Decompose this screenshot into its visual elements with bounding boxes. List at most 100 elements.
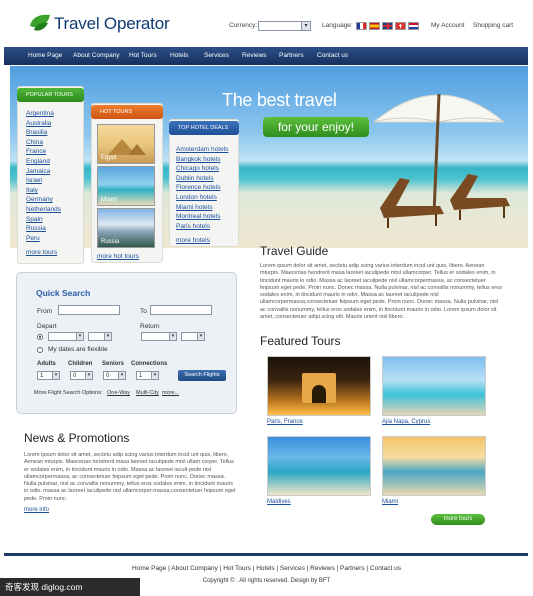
hotel-link[interactable]: London hotels bbox=[176, 194, 217, 201]
tour-link[interactable]: Russia bbox=[26, 225, 46, 232]
tour-link[interactable]: Israel bbox=[26, 177, 42, 184]
hot-tour-label: Miami bbox=[101, 197, 117, 203]
tour-maldives-image[interactable] bbox=[267, 436, 371, 496]
tour-link[interactable]: Italy bbox=[26, 187, 38, 194]
tour-link[interactable]: Australia bbox=[26, 120, 51, 127]
depart-date-select[interactable]: ▾ bbox=[48, 332, 84, 341]
return-date-select[interactable]: ▾ bbox=[141, 332, 177, 341]
chevron-down-icon: ▾ bbox=[301, 22, 310, 30]
seniors-value: 0 bbox=[106, 373, 110, 379]
fixed-dates-radio[interactable] bbox=[37, 334, 43, 340]
nav-reviews[interactable]: Reviews bbox=[242, 47, 267, 65]
tour-cyprus-image[interactable] bbox=[382, 356, 486, 416]
nav-partners[interactable]: Partners bbox=[279, 47, 304, 65]
seniors-label: Seniors bbox=[102, 361, 125, 367]
one-way-link[interactable]: One-Way bbox=[107, 390, 130, 396]
multi-city-link[interactable]: Multi-City bbox=[136, 390, 159, 396]
tour-link[interactable]: Germany bbox=[26, 196, 53, 203]
currency-label: Currency: bbox=[229, 22, 258, 29]
hotel-link[interactable]: Montreal hotels bbox=[176, 213, 220, 220]
tour-link[interactable]: Netherlands bbox=[26, 206, 61, 213]
hotel-link[interactable]: Amsterdam hotels bbox=[176, 146, 228, 153]
tour-link[interactable]: Peru bbox=[26, 235, 40, 242]
connections-value: 1 bbox=[139, 373, 143, 379]
more-hot-tours-link[interactable]: more hot tours bbox=[97, 253, 139, 260]
from-input[interactable] bbox=[58, 305, 120, 315]
tour-link[interactable]: China bbox=[26, 139, 43, 146]
to-label: To bbox=[140, 308, 147, 315]
hotel-link[interactable]: Miami hotels bbox=[176, 204, 212, 211]
chevron-down-icon: ▾ bbox=[118, 372, 125, 379]
hotel-link[interactable]: Florence hotels bbox=[176, 184, 220, 191]
depart-time-select[interactable]: ▾ bbox=[88, 332, 112, 341]
search-flights-button[interactable]: Search Flights bbox=[178, 370, 226, 381]
return-label: Return bbox=[140, 323, 160, 330]
chevron-down-icon: ▾ bbox=[76, 333, 83, 340]
more-hotels-link[interactable]: more hotels bbox=[176, 237, 210, 244]
chevron-down-icon: ▾ bbox=[169, 333, 176, 340]
flag-uk-icon[interactable] bbox=[382, 22, 393, 30]
hotel-link[interactable]: Chicago hotels bbox=[176, 165, 219, 172]
to-input[interactable] bbox=[150, 305, 212, 315]
flag-france-icon[interactable] bbox=[356, 22, 367, 30]
tour-link[interactable]: France bbox=[26, 148, 46, 155]
hero-title: The best travel bbox=[222, 90, 337, 110]
tour-link[interactable]: England bbox=[26, 158, 50, 165]
tour-link[interactable]: Spain bbox=[26, 216, 43, 223]
watermark: 奇客发现 diglog.com bbox=[0, 578, 140, 596]
news-text: Lorem ipsum dolor sit amet, sectetu adip… bbox=[24, 452, 236, 502]
tour-miami-image[interactable] bbox=[382, 436, 486, 496]
more-options-link[interactable]: more... bbox=[162, 390, 179, 396]
chevron-down-icon: ▾ bbox=[104, 333, 111, 340]
nav-contact[interactable]: Contact us bbox=[317, 47, 348, 65]
hotel-link[interactable]: Paris hotels bbox=[176, 223, 210, 230]
flag-spain-icon[interactable] bbox=[369, 22, 380, 30]
flexible-dates-label: My dates are flexible bbox=[48, 346, 108, 353]
currency-select[interactable]: ▾ bbox=[258, 21, 311, 31]
more-tours-button[interactable]: more tours bbox=[431, 514, 485, 525]
travel-guide-text: Lorem ipsum dolor sit amet, sectetu adip… bbox=[260, 263, 503, 321]
tour-label[interactable]: Maldives bbox=[267, 499, 291, 505]
connections-select[interactable]: 1 ▾ bbox=[136, 371, 159, 380]
tour-paris-image[interactable] bbox=[267, 356, 371, 416]
from-label: From bbox=[37, 308, 53, 315]
depart-label: Depart bbox=[37, 323, 57, 330]
nav-about[interactable]: About Company bbox=[73, 47, 120, 65]
children-value: 0 bbox=[73, 373, 77, 379]
tour-label[interactable]: Ajia Napa, Cyprus bbox=[382, 419, 430, 425]
return-time-select[interactable]: ▾ bbox=[181, 332, 205, 341]
footer-links[interactable]: Home Page | About Company | Hot Tours | … bbox=[0, 565, 533, 572]
hero-subtitle: for your enjoy! bbox=[263, 117, 369, 137]
logo-leaf-icon bbox=[30, 14, 50, 31]
children-select[interactable]: 0 ▾ bbox=[70, 371, 93, 380]
main-nav: Home Page About Company Hot Tours Hotels… bbox=[4, 47, 528, 65]
nav-services[interactable]: Services bbox=[204, 47, 229, 65]
flag-switzerland-icon[interactable] bbox=[395, 22, 406, 30]
more-tours-link[interactable]: more tours bbox=[26, 249, 57, 256]
tour-link[interactable]: Jamaica bbox=[26, 168, 50, 175]
my-account-link[interactable]: My Account bbox=[431, 22, 465, 29]
chevron-down-icon: ▾ bbox=[52, 372, 59, 379]
nav-hot-tours[interactable]: Hot Tours bbox=[129, 47, 157, 65]
nav-hotels[interactable]: Hotels bbox=[170, 47, 188, 65]
tour-label[interactable]: Paris, France bbox=[267, 419, 303, 425]
hot-tours-heading: HOT TOURS bbox=[91, 105, 163, 119]
tour-link[interactable]: Brasilia bbox=[26, 129, 47, 136]
logo-text[interactable]: Travel Operator bbox=[54, 14, 170, 34]
adults-select[interactable]: 1 ▾ bbox=[37, 371, 60, 380]
top-hotel-deals-heading: TOP HOTEL DEALS bbox=[169, 121, 239, 135]
tour-link[interactable]: Argentina bbox=[26, 110, 54, 117]
sun-lounger-icon bbox=[380, 174, 510, 228]
tour-label[interactable]: Miami bbox=[382, 499, 398, 505]
hotel-link[interactable]: Bangkok hotels bbox=[176, 156, 220, 163]
hot-tour-label: Russia bbox=[101, 239, 120, 245]
shopping-cart-link[interactable]: Shopping cart bbox=[473, 22, 513, 29]
more-info-link[interactable]: more info bbox=[24, 507, 49, 513]
flag-netherlands-icon[interactable] bbox=[408, 22, 419, 30]
flexible-dates-radio[interactable] bbox=[37, 347, 43, 353]
chevron-down-icon: ▾ bbox=[151, 372, 158, 379]
nav-home[interactable]: Home Page bbox=[28, 47, 62, 65]
seniors-select[interactable]: 0 ▾ bbox=[103, 371, 126, 380]
hotel-link[interactable]: Dublin hotels bbox=[176, 175, 214, 182]
adults-value: 1 bbox=[40, 373, 44, 379]
